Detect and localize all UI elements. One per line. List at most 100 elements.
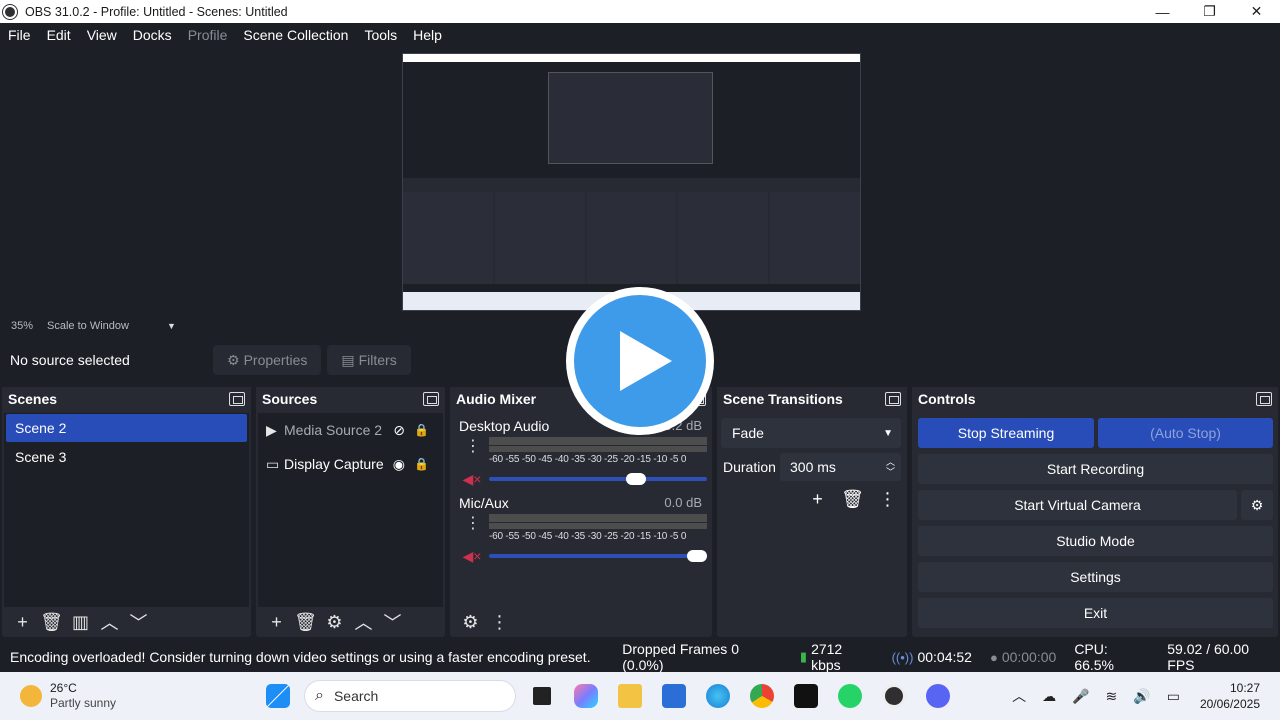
store-button[interactable] [652,680,696,712]
add-icon[interactable]: + [8,610,37,634]
battery-icon[interactable]: ▭ [1167,688,1180,705]
chrome-button[interactable] [740,680,784,712]
menu-view[interactable]: View [79,27,125,43]
onedrive-icon[interactable]: ☁ [1042,688,1056,705]
volume-slider-handle[interactable] [626,473,646,485]
scale-mode-select[interactable]: Scale to Window [47,320,167,332]
task-view-button[interactable] [520,680,564,712]
trash-icon[interactable]: 🗑 [838,487,867,511]
broadcast-icon: ((•)) [891,649,914,665]
search-icon: ⌕ [315,687,324,704]
kebab-menu-icon[interactable]: ⋮ [485,610,514,634]
properties-button[interactable]: ⚙ Properties [213,345,322,375]
undock-icon[interactable] [423,392,439,406]
capcut-button[interactable] [784,680,828,712]
scene-item[interactable]: Scene 3 [6,443,247,471]
monitor-icon: ▭ [266,455,280,472]
file-explorer-button[interactable] [608,680,652,712]
duration-spinbox[interactable]: 300 ms ︿ ﹀ [780,453,901,481]
source-label: Media Source 2 [284,422,383,438]
chevron-up-icon[interactable]: ︿ [1012,686,1026,706]
store-icon [662,684,686,708]
chevron-down-icon[interactable]: ﹀ [124,610,153,634]
studio-mode-button[interactable]: Studio Mode [918,526,1273,556]
trash-icon[interactable]: 🗑 [37,610,66,634]
play-button[interactable] [566,287,714,435]
volume-slider[interactable] [489,550,707,562]
kebab-menu-icon[interactable]: ⋮ [465,516,481,532]
menu-scene-collection[interactable]: Scene Collection [235,27,356,43]
start-button[interactable] [256,680,300,712]
chevron-down-icon[interactable]: ﹀ [378,610,407,634]
mixer-channels: Desktop Audio 0.2 dB ⋮ -60 -55 -50 -45 -… [452,413,710,605]
speaker-muted-icon[interactable]: ◀× [461,469,483,489]
close-button[interactable]: ✕ [1233,0,1280,23]
filters-button[interactable]: ▤ Filters [327,345,411,375]
record-icon: ● [989,649,998,665]
virtual-camera-settings-button[interactable]: ⚙ [1241,490,1273,520]
gear-icon[interactable]: ⚙ [456,610,485,634]
menu-help[interactable]: Help [405,27,450,43]
menu-tools[interactable]: Tools [356,27,405,43]
whatsapp-button[interactable] [828,680,872,712]
trash-icon[interactable]: 🗑 [291,610,320,634]
scenes-dock: Scenes Scene 2 Scene 3 + 🗑 ▥ ︿ ﹀ [2,387,251,637]
kebab-menu-icon[interactable]: ⋮ [873,487,902,511]
chevron-up-icon[interactable]: ︿ [349,610,378,634]
auto-stop-button[interactable]: (Auto Stop) [1098,418,1273,448]
start-virtual-camera-button[interactable]: Start Virtual Camera [918,490,1237,520]
chevron-up-icon[interactable]: ︿ [95,610,124,634]
chrome-icon [750,684,774,708]
window-title: OBS 31.0.2 - Profile: Untitled - Scenes:… [25,4,288,19]
scene-item[interactable]: Scene 2 [6,414,247,442]
stop-streaming-button[interactable]: Stop Streaming [918,418,1094,448]
obs-button[interactable] [872,680,916,712]
mixer-channel: Mic/Aux 0.0 dB ⋮ -60 -55 -50 -45 -40 -35… [452,490,710,567]
eye-icon[interactable]: ◉ [393,456,405,473]
volume-slider[interactable] [489,473,707,485]
volume-icon[interactable]: 🔊 [1133,688,1150,705]
lock-icon[interactable]: 🔒 [414,423,429,437]
obs-icon [882,684,906,708]
clock[interactable]: 10:27 20/06/2025 [1200,680,1260,712]
clock-time: 10:27 [1229,681,1260,695]
exit-button[interactable]: Exit [918,598,1273,628]
filter-icon[interactable]: ▥ [66,610,95,634]
add-icon[interactable]: + [262,610,291,634]
menu-docks[interactable]: Docks [125,27,180,43]
kebab-menu-icon[interactable]: ⋮ [465,439,481,455]
transition-select[interactable]: Fade ▼ [721,418,901,448]
preview-canvas[interactable] [402,53,861,311]
volume-slider-handle[interactable] [687,550,707,562]
minimize-button[interactable]: — [1139,0,1186,23]
eye-hidden-icon[interactable]: ⊘ [393,422,405,439]
edge-button[interactable] [696,680,740,712]
start-recording-button[interactable]: Start Recording [918,454,1273,484]
sources-title: Sources [262,391,318,407]
discord-button[interactable] [916,680,960,712]
undock-icon[interactable] [1256,392,1272,406]
menu-edit[interactable]: Edit [39,27,79,43]
source-item[interactable]: ▭ Display Capture ◉ 🔒 [258,447,443,481]
add-icon[interactable]: + [803,487,832,511]
wifi-icon[interactable]: ≋ [1106,688,1118,705]
weather-widget[interactable]: 26°C Partly sunny [20,681,116,711]
taskbar-search[interactable]: ⌕ Search [304,680,516,712]
copilot-button[interactable] [564,680,608,712]
menu-profile[interactable]: Profile [180,27,236,43]
source-item[interactable]: ▶ Media Source 2 ⊘ 🔒 [258,413,443,447]
speaker-muted-icon[interactable]: ◀× [461,546,483,566]
spin-arrows-icon[interactable]: ︿ ﹀ [886,457,895,477]
settings-button[interactable]: Settings [918,562,1273,592]
chevron-down-icon[interactable]: ▼ [167,321,176,331]
task-view-icon [533,687,551,705]
lock-icon[interactable]: 🔒 [414,457,429,471]
maximize-button[interactable]: ❐ [1186,0,1233,23]
gear-icon[interactable]: ⚙ [320,610,349,634]
microphone-icon[interactable]: 🎤 [1072,688,1089,705]
undock-icon[interactable] [885,392,901,406]
search-placeholder: Search [333,688,379,704]
menu-file[interactable]: File [0,27,39,43]
undock-icon[interactable] [229,392,245,406]
system-tray: ︿ ☁ 🎤 ≋ 🔊 ▭ 10:27 20/06/2025 [1004,680,1260,712]
